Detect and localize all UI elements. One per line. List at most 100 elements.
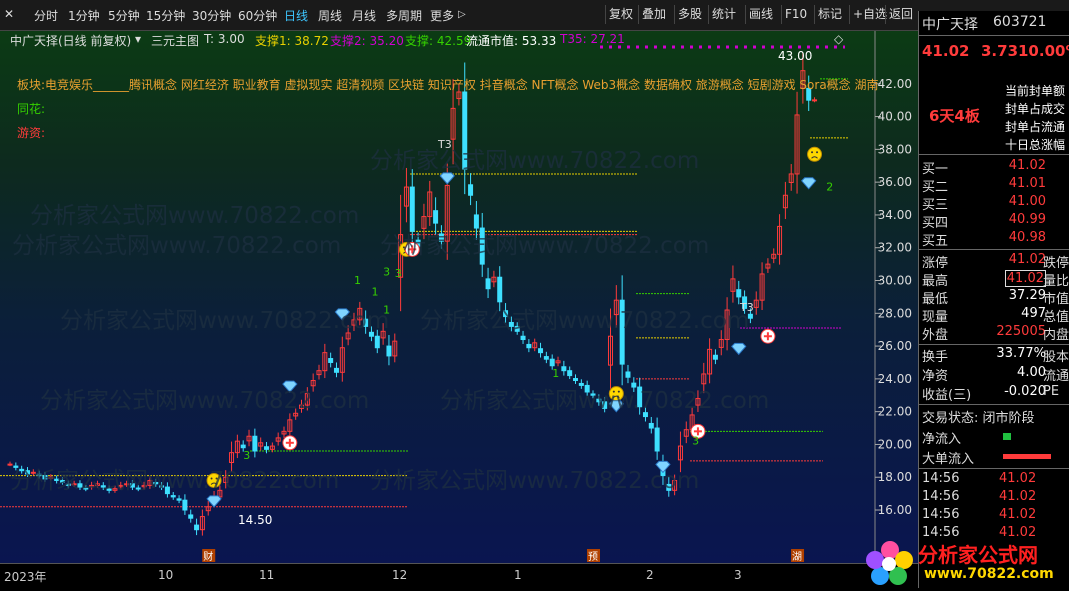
seal-note-row-3: 十日总涨幅 <box>919 136 1069 154</box>
stat-label: 外盘 <box>922 328 949 343</box>
candle-body <box>561 366 567 372</box>
mark-button[interactable]: 标记 <box>814 5 845 24</box>
quote-panel: 中广天择 603721 41.02 3.73 10.00% 6天4板 当前封单额… <box>918 11 1069 588</box>
tab-monthly[interactable]: 月线 <box>352 7 376 24</box>
x-label-3: 3 <box>734 568 742 582</box>
tab-daily[interactable]: 日线 <box>284 7 308 24</box>
candle-body <box>520 335 526 341</box>
tab-more[interactable]: 更多 <box>430 7 454 24</box>
tab-weekly[interactable]: 周线 <box>318 7 342 24</box>
draw-line-button[interactable]: 画线 <box>745 5 776 24</box>
candle-body <box>736 289 742 298</box>
stat-row-outer: 外盘 225005 内盘 <box>919 324 1069 343</box>
candle-body <box>648 422 654 429</box>
candle-body <box>328 358 334 363</box>
seal-note-row-2: 封单占流通 <box>919 118 1069 136</box>
multi-stock-button[interactable]: 多股 <box>674 5 705 24</box>
tick-time: 14:56 <box>922 489 960 504</box>
seal-note-0: 当前封单额 <box>1005 84 1066 98</box>
face-eye <box>811 151 814 154</box>
price-change-pct: 10.00% <box>1018 42 1069 60</box>
bid-label: 买五 <box>922 234 949 249</box>
tab-timeshare[interactable]: 分时 <box>34 7 58 24</box>
signal-digit: 1 <box>354 274 361 287</box>
y-tick-label: 28.00 <box>878 306 912 320</box>
watermark-3: 分析家公式网www.70822.com <box>12 233 342 259</box>
y-tick-label: 42.00 <box>878 77 912 91</box>
site-logo: 分析家公式网 www.70822.com <box>860 536 1069 588</box>
bid-price: 41.01 <box>1008 176 1046 191</box>
divider <box>919 344 1069 345</box>
y-tick-label: 36.00 <box>878 175 912 189</box>
tab-15min[interactable]: 15分钟 <box>146 7 185 24</box>
tab-30min[interactable]: 30分钟 <box>192 7 231 24</box>
tab-1min[interactable]: 1分钟 <box>68 7 100 24</box>
candle-body <box>188 514 194 519</box>
x-label-1: 1 <box>514 568 522 582</box>
y-tick-label: 26.00 <box>878 339 912 353</box>
tonghua-label: 同花: <box>17 102 46 116</box>
concept-text: 板块:电竞娱乐______腾讯概念 网红经济 职业教育 虚拟现实 超清视频 区块… <box>17 78 879 92</box>
divider <box>919 249 1069 250</box>
watermark-6: 分析家公式网www.70822.com <box>420 308 750 334</box>
bid-row-4[interactable]: 买四 40.99 <box>919 212 1069 231</box>
seal-note-row-1: 封单占成交 <box>919 100 1069 118</box>
stat-extra: 内盘 <box>1043 328 1069 343</box>
candle-body <box>252 435 258 452</box>
indicator-name[interactable]: 三元主图 <box>151 32 199 49</box>
candle-body <box>543 356 549 360</box>
tab-60min[interactable]: 60分钟 <box>238 7 277 24</box>
fuquan-button[interactable]: 复权 <box>605 5 636 24</box>
watermark-8: 分析家公式网www.70822.com <box>440 388 770 414</box>
tick-price: 41.02 <box>999 489 1037 504</box>
t-value: T: 3.00 <box>204 32 245 46</box>
y-tick-label: 30.00 <box>878 274 912 288</box>
stat-value: 41.02 <box>1004 270 1046 287</box>
float-cap-value: 流通市值: 53.33 <box>466 34 557 48</box>
bottom-tag-label: 预 <box>588 551 598 563</box>
back-button[interactable]: 返回 <box>885 5 916 24</box>
face-icon <box>807 146 823 162</box>
overlay-button[interactable]: 叠加 <box>638 5 669 24</box>
tab-5min[interactable]: 5分钟 <box>108 7 140 24</box>
bid-price: 41.02 <box>1008 158 1046 173</box>
high-price-label: 43.00 <box>778 49 813 63</box>
stat-extra: 跌停 <box>1043 256 1069 271</box>
divider <box>919 404 1069 405</box>
add-watchlist-button[interactable]: +自选 <box>849 5 890 24</box>
chart-options-icon[interactable]: ▾ <box>135 32 141 46</box>
f10-button[interactable]: F10 <box>781 5 810 24</box>
stat-value: 225005 <box>996 324 1046 339</box>
x-label-2: 2 <box>646 568 654 582</box>
diamond-icon <box>801 177 817 190</box>
bid-label: 买二 <box>922 180 949 195</box>
candle-body <box>409 186 415 232</box>
bottom-tag-label: 财 <box>203 550 213 563</box>
candle-body <box>485 278 491 290</box>
watermark-1: 分析家公式网www.70822.com <box>30 203 360 229</box>
bid-row-1[interactable]: 买一 41.02 <box>919 158 1069 177</box>
stat-value: -0.020 <box>1004 384 1046 399</box>
more-arrow-icon[interactable]: ▷ <box>458 9 466 20</box>
stat-row-eps: 收益(三) -0.020 PE <box>919 384 1069 403</box>
bid-price: 40.99 <box>1008 212 1046 227</box>
divider <box>919 154 1069 155</box>
x-icon[interactable]: ✕ <box>4 7 14 21</box>
signal-digit: 1 <box>552 367 559 380</box>
bid-row-2[interactable]: 买二 41.01 <box>919 176 1069 195</box>
support2-value: 支撑2: 35.20 <box>330 34 404 48</box>
tab-multi-period[interactable]: 多周期 <box>386 7 422 24</box>
bid-row-3[interactable]: 买三 41.00 <box>919 194 1069 213</box>
chart-collapse-icon[interactable]: ◇ <box>834 32 843 46</box>
statistics-button[interactable]: 统计 <box>708 5 739 24</box>
chart-title: 中广天择(日线 前复权) <box>10 34 132 48</box>
kline-chart[interactable]: 42.00 40.00 38.00 36.00 34.00 32.00 30.00 28.00… <box>0 31 918 563</box>
seal-note-row-0: 当前封单额 <box>919 82 1069 100</box>
candle-body <box>468 184 474 196</box>
bid-label: 买一 <box>922 162 949 177</box>
bid-row-5[interactable]: 买五 40.98 <box>919 230 1069 249</box>
trade-state: 交易状态: 闭市阶段 <box>922 411 1035 426</box>
seal-note-1: 封单占成交 <box>1005 102 1066 116</box>
diamond-icon <box>206 495 222 508</box>
logo-url: www.70822.com <box>924 566 1054 582</box>
